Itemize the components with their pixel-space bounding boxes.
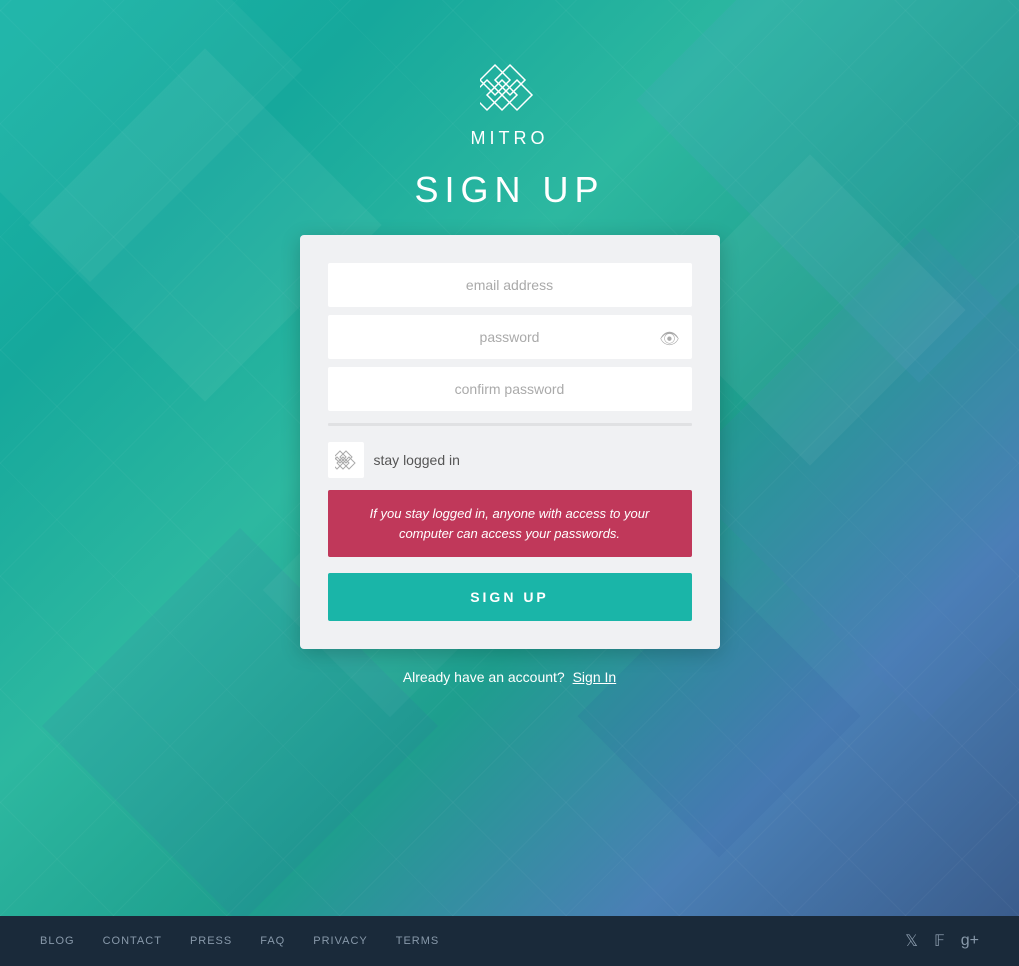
- warning-text: If you stay logged in, anyone with acces…: [370, 506, 650, 541]
- stay-logged-label: stay logged in: [374, 452, 460, 468]
- footer: BLOG CONTACT PRESS FAQ PRIVACY TERMS 𝕏 𝔽…: [0, 916, 1019, 966]
- already-text: Already have an account?: [403, 669, 565, 685]
- checkbox-logo-icon: [335, 449, 357, 471]
- logo-icon: [480, 60, 540, 120]
- email-input[interactable]: [328, 263, 692, 307]
- footer-social: 𝕏 𝔽 g+: [905, 931, 979, 951]
- divider: [328, 423, 692, 426]
- footer-terms[interactable]: TERMS: [396, 935, 440, 947]
- logo-text: MITRO: [471, 128, 549, 149]
- password-wrapper: 👁: [328, 315, 692, 363]
- footer-blog[interactable]: BLOG: [40, 935, 75, 947]
- confirm-password-wrapper: [328, 367, 692, 415]
- footer-links: BLOG CONTACT PRESS FAQ PRIVACY TERMS: [40, 935, 439, 947]
- logo-area: MITRO: [471, 60, 549, 149]
- email-wrapper: [328, 263, 692, 311]
- facebook-icon[interactable]: 𝔽: [934, 931, 945, 951]
- footer-privacy[interactable]: PRIVACY: [313, 935, 367, 947]
- page-title: SIGN UP: [414, 169, 604, 211]
- twitter-icon[interactable]: 𝕏: [905, 931, 918, 951]
- warning-box: If you stay logged in, anyone with acces…: [328, 490, 692, 557]
- password-toggle-icon[interactable]: 👁: [659, 329, 679, 349]
- background: MITRO SIGN UP 👁 stay logg: [0, 0, 1019, 916]
- signin-row: Already have an account? Sign In: [403, 669, 616, 685]
- password-input[interactable]: [328, 315, 692, 359]
- googleplus-icon[interactable]: g+: [961, 932, 979, 950]
- signin-link[interactable]: Sign In: [573, 669, 617, 685]
- signup-button[interactable]: SIGN UP: [328, 573, 692, 621]
- footer-press[interactable]: PRESS: [190, 935, 232, 947]
- stay-logged-row: stay logged in: [328, 442, 692, 478]
- confirm-password-input[interactable]: [328, 367, 692, 411]
- stay-logged-checkbox[interactable]: [328, 442, 364, 478]
- signup-card: 👁 stay logged in If you stay logged in, …: [300, 235, 720, 649]
- footer-contact[interactable]: CONTACT: [103, 935, 162, 947]
- footer-faq[interactable]: FAQ: [260, 935, 285, 947]
